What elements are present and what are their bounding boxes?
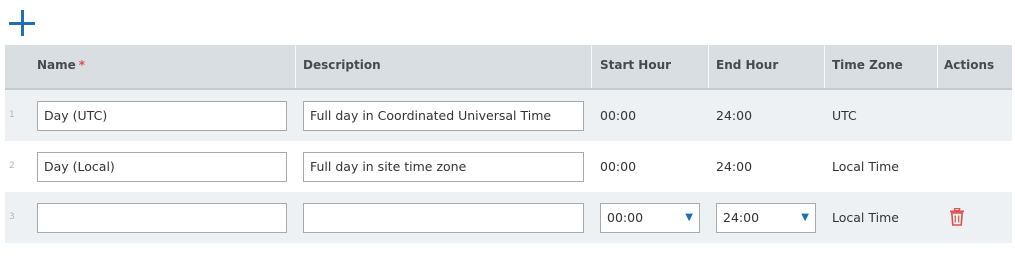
start-hour-value: 00:00: [600, 159, 637, 174]
start-hour-selected: 00:00: [607, 210, 644, 225]
table-row[interactable]: 3 00:00 ▼ 24:00 ▼ Local Time: [5, 192, 1012, 243]
column-header-name[interactable]: Name *: [37, 45, 85, 88]
row-number: 3: [9, 212, 15, 222]
end-hour-select[interactable]: 24:00 ▼: [716, 203, 816, 233]
column-header-name-label: Name: [37, 58, 76, 72]
trash-icon: [950, 207, 964, 226]
caret-down-icon: ▼: [685, 212, 693, 223]
time-zone-value: UTC: [832, 108, 857, 123]
description-input[interactable]: [303, 203, 584, 233]
start-hour-select[interactable]: 00:00 ▼: [600, 203, 700, 233]
table-row[interactable]: 2 Day (Local) Full day in site time zone…: [5, 141, 1012, 192]
end-hour-selected: 24:00: [723, 210, 760, 225]
column-header-actions: Actions: [944, 58, 995, 72]
description-input[interactable]: Full day in Coordinated Universal Time: [303, 101, 584, 131]
end-hour-value: 24:00: [716, 159, 753, 174]
column-header-start-hour[interactable]: Start Hour: [600, 45, 671, 88]
description-input[interactable]: Full day in site time zone: [303, 152, 584, 182]
column-header-description[interactable]: Description: [303, 45, 381, 88]
row-number: 1: [9, 110, 15, 120]
grid-header: Name * Description Start Hour End Hour Ti…: [5, 45, 1012, 90]
name-input[interactable]: [37, 203, 287, 233]
name-input[interactable]: Day (Local): [37, 152, 287, 182]
required-marker: *: [78, 58, 86, 72]
column-header-time-zone[interactable]: Time Zone: [832, 45, 903, 88]
start-hour-value: 00:00: [600, 108, 637, 123]
time-periods-grid: Name * Description Start Hour End Hour Ti…: [5, 45, 1012, 243]
table-row[interactable]: 1 Day (UTC) Full day in Coordinated Univ…: [5, 90, 1012, 141]
add-row-button[interactable]: [9, 10, 36, 37]
end-hour-value: 24:00: [716, 108, 753, 123]
caret-down-icon: ▼: [801, 212, 809, 223]
time-zone-value: Local Time: [832, 210, 899, 225]
time-zone-value: Local Time: [832, 159, 899, 174]
column-header-end-hour[interactable]: End Hour: [716, 45, 778, 88]
row-number: 2: [9, 161, 15, 171]
name-input[interactable]: Day (UTC): [37, 101, 287, 131]
delete-row-button[interactable]: [949, 207, 965, 226]
